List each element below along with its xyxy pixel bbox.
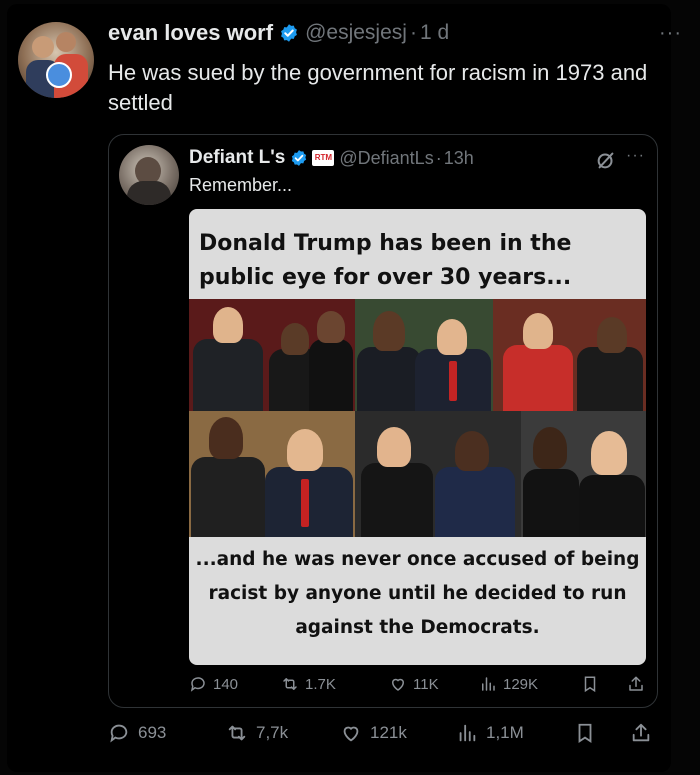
author-handle[interactable]: @esjesjesj [305, 21, 407, 45]
reply-icon [110, 724, 128, 743]
photo [521, 411, 646, 537]
quote-like-button[interactable]: 11K [389, 675, 439, 693]
meme-bottom-caption: ...and he was never once accused of bein… [195, 549, 640, 638]
views-count: 1,1M [486, 723, 524, 742]
like-button[interactable]: 121k [340, 722, 407, 744]
meme-image[interactable]: Donald Trump has been in the public eye … [189, 209, 646, 665]
quote-retweet-button[interactable]: 1.7K [281, 675, 336, 693]
author-name[interactable]: evan loves worf [108, 20, 273, 46]
views-icon [482, 677, 495, 691]
quote-action-bar: 140 1.7K 11K 129K [189, 675, 649, 701]
like-icon [343, 726, 359, 742]
quote-avatar[interactable] [119, 145, 179, 205]
quoted-tweet[interactable]: Defiant L's RTM @DefiantLs · 13h ··· Rem… [108, 134, 658, 708]
quote-author-name[interactable]: Defiant L's [189, 147, 285, 169]
quote-retweet-count: 1.7K [305, 675, 336, 693]
tweet-header: evan loves worf @esjesjesj · 1 d [108, 20, 449, 46]
bookmark-icon[interactable] [581, 675, 599, 693]
photo [189, 411, 355, 537]
like-icon [391, 678, 405, 691]
retweet-count: 7,7k [256, 723, 289, 742]
quote-timestamp[interactable]: 13h [444, 148, 474, 169]
photo [493, 299, 646, 411]
retweet-button[interactable]: 7,7k [226, 722, 288, 744]
tweet-text: He was sued by the government for racism… [108, 60, 648, 115]
share-icon[interactable] [630, 722, 652, 744]
photo [189, 299, 355, 411]
share-icon[interactable] [627, 675, 645, 693]
photo-collage [189, 299, 646, 537]
reply-icon [190, 677, 205, 692]
like-count: 121k [370, 723, 407, 742]
tweet-action-bar: 693 7,7k 121k 1,1M [108, 722, 658, 752]
quote-reply-count: 140 [213, 675, 239, 693]
bookmark-icon[interactable] [574, 722, 596, 744]
separator-dot: · [409, 21, 417, 44]
quote-reply-button[interactable]: 140 [189, 675, 238, 693]
more-icon[interactable]: ··· [659, 22, 682, 45]
quote-like-count: 11K [413, 675, 439, 693]
quote-views-count: 129K [503, 675, 539, 693]
reply-button[interactable]: 693 [108, 722, 166, 744]
separator-dot: · [435, 147, 442, 168]
quote-header: Defiant L's RTM @DefiantLs · 13h [189, 147, 474, 169]
verified-icon [292, 150, 307, 166]
views-icon [459, 724, 476, 742]
photo [355, 299, 493, 411]
quote-author-handle[interactable]: @DefiantLs [339, 148, 433, 169]
reply-count: 693 [138, 723, 167, 742]
affiliate-badge[interactable]: RTM [312, 150, 335, 166]
timestamp[interactable]: 1 d [420, 21, 449, 45]
meme-top-caption: Donald Trump has been in the public eye … [199, 231, 572, 290]
verified-icon [281, 24, 297, 42]
views-button[interactable]: 1,1M [456, 722, 524, 744]
retweet-icon [283, 678, 297, 690]
more-icon[interactable]: ··· [626, 147, 645, 165]
quote-views-button[interactable]: 129K [479, 675, 538, 693]
photo [355, 411, 521, 537]
grok-icon[interactable] [595, 149, 617, 171]
retweet-icon [228, 725, 246, 741]
avatar[interactable] [18, 22, 94, 98]
quote-text: Remember... [189, 175, 293, 195]
